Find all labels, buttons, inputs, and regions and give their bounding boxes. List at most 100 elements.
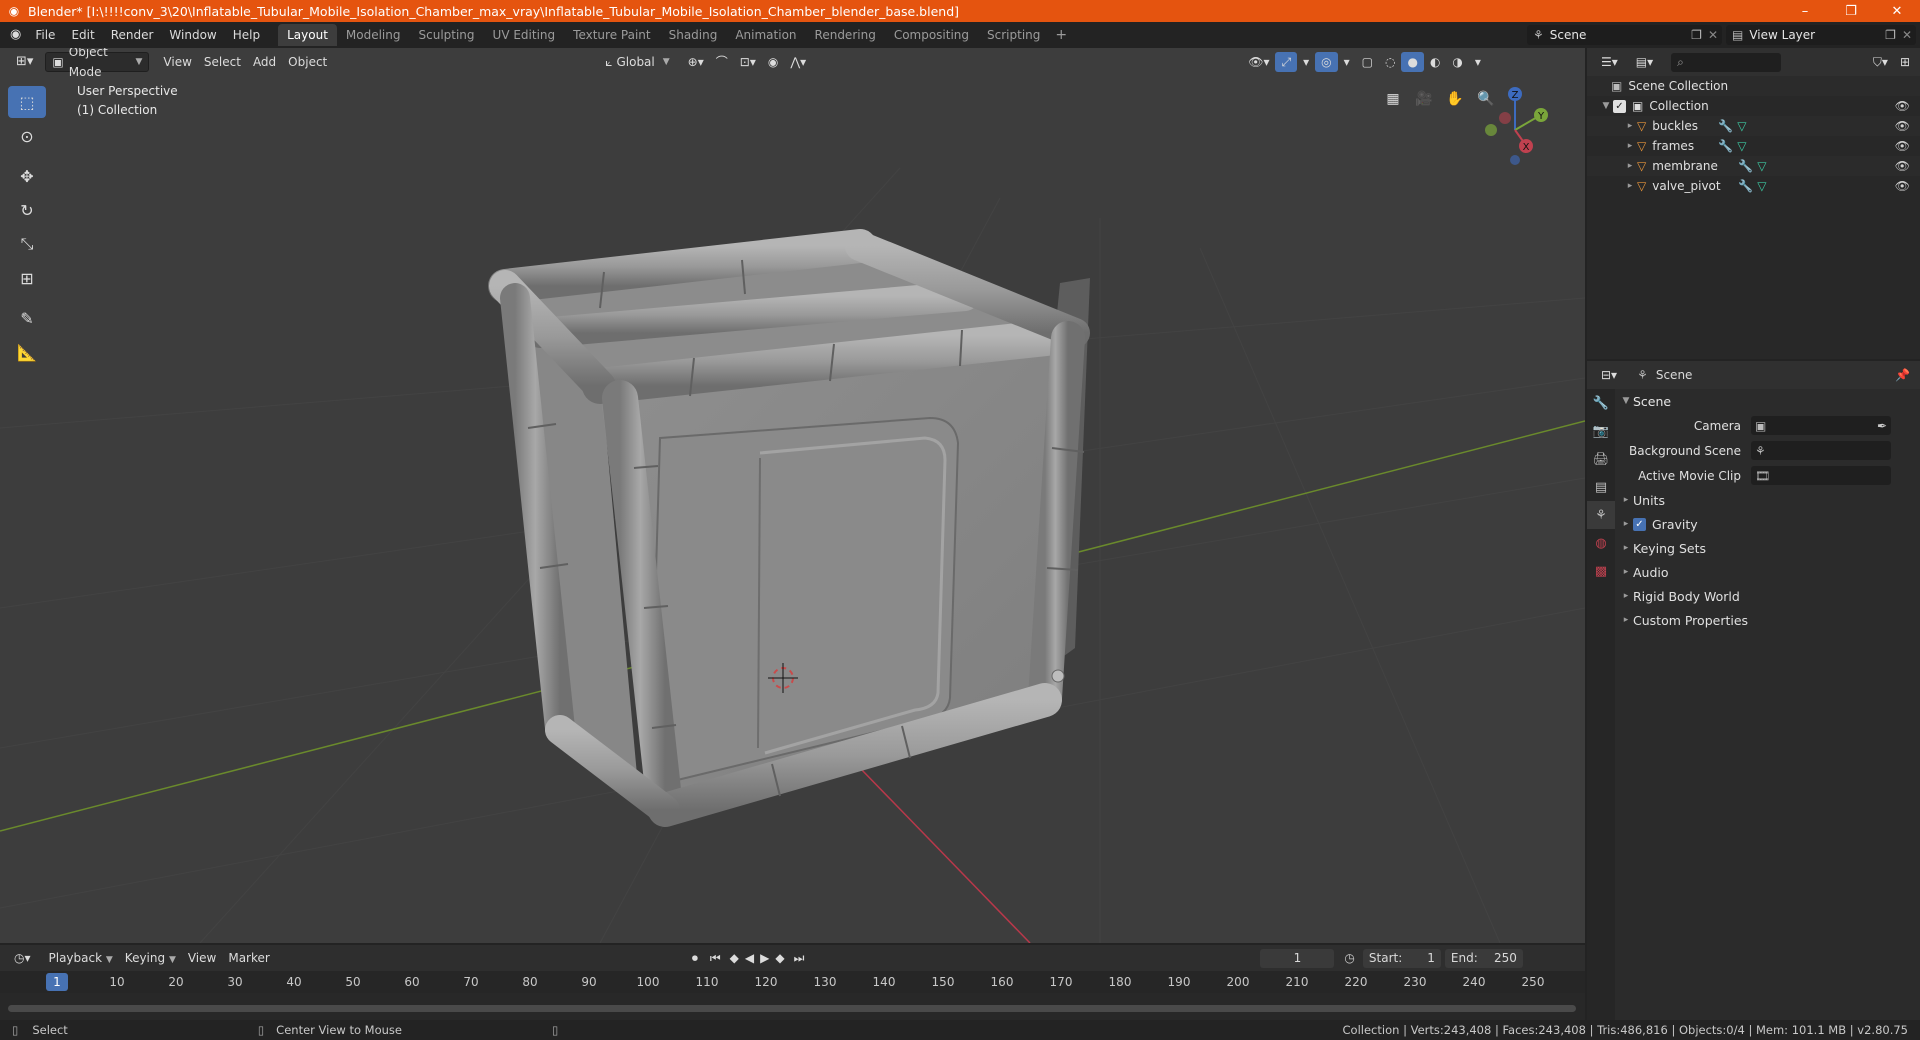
close-button[interactable]: ✕ xyxy=(1874,0,1920,22)
world-tab-icon[interactable]: ◍ xyxy=(1587,529,1615,557)
annotate-tool-icon[interactable]: ✎ xyxy=(8,302,46,334)
scene-tab-icon[interactable]: ⚘ xyxy=(1587,501,1615,529)
tab-compositing[interactable]: Compositing xyxy=(885,24,978,46)
eye-icon[interactable]: 👁 xyxy=(1895,179,1910,193)
xray-toggle-icon[interactable]: ▢ xyxy=(1356,52,1379,72)
falloff-icon[interactable]: ⋀▾ xyxy=(784,52,812,72)
mode-selector[interactable]: ▣ Object Mode ▼ xyxy=(45,48,150,79)
camera-view-icon[interactable]: 🎥 xyxy=(1411,86,1437,112)
display-mode-icon[interactable]: ▤▾ xyxy=(1630,52,1659,72)
gravity-section[interactable]: ▸ ✓ Gravity xyxy=(1619,512,1916,536)
menu-help[interactable]: Help xyxy=(225,25,268,45)
view-layer-remove-icon[interactable]: ✕ xyxy=(1902,28,1912,42)
tab-modeling[interactable]: Modeling xyxy=(337,24,410,46)
grid-view-icon[interactable]: ▦ xyxy=(1380,86,1406,112)
maximize-button[interactable]: ❐ xyxy=(1828,0,1874,22)
jump-keyframe-forward-icon[interactable]: ◆ xyxy=(772,948,787,968)
outliner-object-valve-pivot[interactable]: ▸ ▽ valve_pivot 🔧 ▽ 👁 xyxy=(1587,176,1920,196)
filter-icon[interactable]: ⛉▾ xyxy=(1867,52,1894,72)
start-frame-field[interactable]: Start: 1 xyxy=(1362,948,1441,968)
background-scene-field[interactable]: ⚘ xyxy=(1751,441,1891,460)
menu-window[interactable]: Window xyxy=(161,25,224,45)
eye-icon[interactable]: 👁 xyxy=(1895,139,1910,153)
select-box-tool-icon[interactable]: ⬚ xyxy=(8,86,46,118)
overlay-toggle-icon[interactable]: ◎ xyxy=(1315,52,1338,72)
timeline-menu-playback[interactable]: Playback ▼ xyxy=(43,948,119,968)
gravity-checkbox[interactable]: ✓ xyxy=(1633,517,1646,531)
view-layer-selector[interactable]: ▤ View Layer ❐ ✕ xyxy=(1726,25,1916,45)
transform-orientation-selector[interactable]: ⟀ Global ▼ xyxy=(599,52,675,72)
viewport-menu-view[interactable]: View xyxy=(157,52,197,72)
render-tab-icon[interactable]: 📷 xyxy=(1587,417,1615,445)
texture-tab-icon[interactable]: ▩ xyxy=(1587,557,1615,585)
eye-icon[interactable]: 👁 xyxy=(1895,119,1910,133)
outliner-scene-collection[interactable]: ▣ Scene Collection xyxy=(1587,76,1920,96)
tab-rendering[interactable]: Rendering xyxy=(806,24,885,46)
snap-target-icon[interactable]: ⊡▾ xyxy=(734,52,762,72)
current-frame-marker[interactable]: 1 xyxy=(46,973,68,991)
viewport-menu-add[interactable]: Add xyxy=(247,52,282,72)
keying-sets-section[interactable]: ▸ Keying Sets xyxy=(1619,536,1916,560)
rigid-body-world-section[interactable]: ▸ Rigid Body World xyxy=(1619,584,1916,608)
timeline-ruler[interactable]: 1 10 20 30 40 50 60 70 80 90 100 110 120 130 140 150 16… xyxy=(0,971,1585,993)
viewport-menu-select[interactable]: Select xyxy=(198,52,247,72)
view-layer-copy-icon[interactable]: ❐ xyxy=(1885,28,1896,42)
custom-properties-section[interactable]: ▸ Custom Properties xyxy=(1619,608,1916,632)
audio-section[interactable]: ▸ Audio xyxy=(1619,560,1916,584)
shading-options-icon[interactable]: ▾ xyxy=(1469,52,1487,72)
expand-arrow-icon[interactable]: ▸ xyxy=(1623,161,1637,171)
menu-render[interactable]: Render xyxy=(103,25,162,45)
snap-icon[interactable]: ⌒ xyxy=(710,52,734,72)
jump-end-icon[interactable]: ⏭ xyxy=(788,948,811,968)
tab-texture-paint[interactable]: Texture Paint xyxy=(564,24,659,46)
jump-start-icon[interactable]: ⏮ xyxy=(704,948,727,968)
rendered-shading-icon[interactable]: ◑ xyxy=(1446,52,1468,72)
properties-editor-type-icon[interactable]: ⊟▾ xyxy=(1595,365,1623,385)
new-collection-icon[interactable]: ⊞ xyxy=(1894,52,1916,72)
timeline-menu-view[interactable]: View xyxy=(182,948,222,968)
blender-menu-icon[interactable]: ◉ xyxy=(0,25,27,45)
tab-layout[interactable]: Layout xyxy=(278,24,337,46)
output-tab-icon[interactable]: 🖨 xyxy=(1587,445,1615,473)
material-shading-icon[interactable]: ◐ xyxy=(1424,52,1446,72)
pin-icon[interactable]: 📌 xyxy=(1895,368,1910,382)
outliner-object-buckles[interactable]: ▸ ▽ buckles 🔧 ▽ 👁 xyxy=(1587,116,1920,136)
timeline-editor-type-icon[interactable]: ◷▾ xyxy=(8,948,37,968)
tab-animation[interactable]: Animation xyxy=(726,24,805,46)
scene-section-header[interactable]: ▼ Scene xyxy=(1619,389,1916,413)
menu-file[interactable]: File xyxy=(27,25,63,45)
tab-sculpting[interactable]: Sculpting xyxy=(410,24,484,46)
transform-tool-icon[interactable]: ⊞ xyxy=(8,262,46,294)
proportional-editing-icon[interactable]: ◉ xyxy=(762,52,784,72)
units-section[interactable]: ▸ Units xyxy=(1619,488,1916,512)
camera-field[interactable]: ▣ ✒ xyxy=(1751,416,1891,435)
move-tool-icon[interactable]: ✥ xyxy=(8,160,46,192)
gizmo-dropdown-icon[interactable]: ▾ xyxy=(1297,52,1315,72)
collection-checkbox[interactable]: ✓ xyxy=(1613,99,1626,113)
eyedropper-icon[interactable]: ✒ xyxy=(1877,419,1887,433)
tab-shading[interactable]: Shading xyxy=(660,24,727,46)
expand-arrow-icon[interactable]: ▸ xyxy=(1623,181,1637,191)
current-frame-field[interactable]: 1 xyxy=(1260,948,1335,968)
timeline-menu-marker[interactable]: Marker xyxy=(222,948,275,968)
solid-shading-icon[interactable]: ● xyxy=(1401,52,1424,72)
minimize-button[interactable]: – xyxy=(1782,0,1828,22)
outliner-collection[interactable]: ▼ ✓ ▣ Collection 👁 xyxy=(1587,96,1920,116)
clock-icon[interactable]: ◷ xyxy=(1344,951,1354,965)
visibility-icon[interactable]: 👁▾ xyxy=(1242,52,1275,72)
add-workspace-icon[interactable]: + xyxy=(1049,27,1073,43)
timeline-menu-keying[interactable]: Keying ▼ xyxy=(119,948,182,968)
play-reverse-icon[interactable]: ◀ xyxy=(742,948,757,968)
scene-copy-icon[interactable]: ❐ xyxy=(1691,28,1702,42)
scene-selector[interactable]: ⚘ Scene ❐ ✕ xyxy=(1527,25,1722,45)
wireframe-shading-icon[interactable]: ◌ xyxy=(1379,52,1401,72)
outliner-search-input[interactable]: ⌕ xyxy=(1671,52,1782,72)
editor-type-icon[interactable]: ⊞▾ xyxy=(10,52,39,72)
3d-viewport[interactable]: ⊞▾ ▣ Object Mode ▼ View Select Add Objec… xyxy=(0,48,1585,943)
scale-tool-icon[interactable]: ⤡ xyxy=(8,228,46,260)
expand-arrow-icon[interactable]: ▸ xyxy=(1623,121,1637,131)
measure-tool-icon[interactable]: 📐 xyxy=(8,336,46,368)
end-frame-field[interactable]: End: 250 xyxy=(1444,948,1523,968)
rotate-tool-icon[interactable]: ↻ xyxy=(8,194,46,226)
menu-edit[interactable]: Edit xyxy=(63,25,102,45)
